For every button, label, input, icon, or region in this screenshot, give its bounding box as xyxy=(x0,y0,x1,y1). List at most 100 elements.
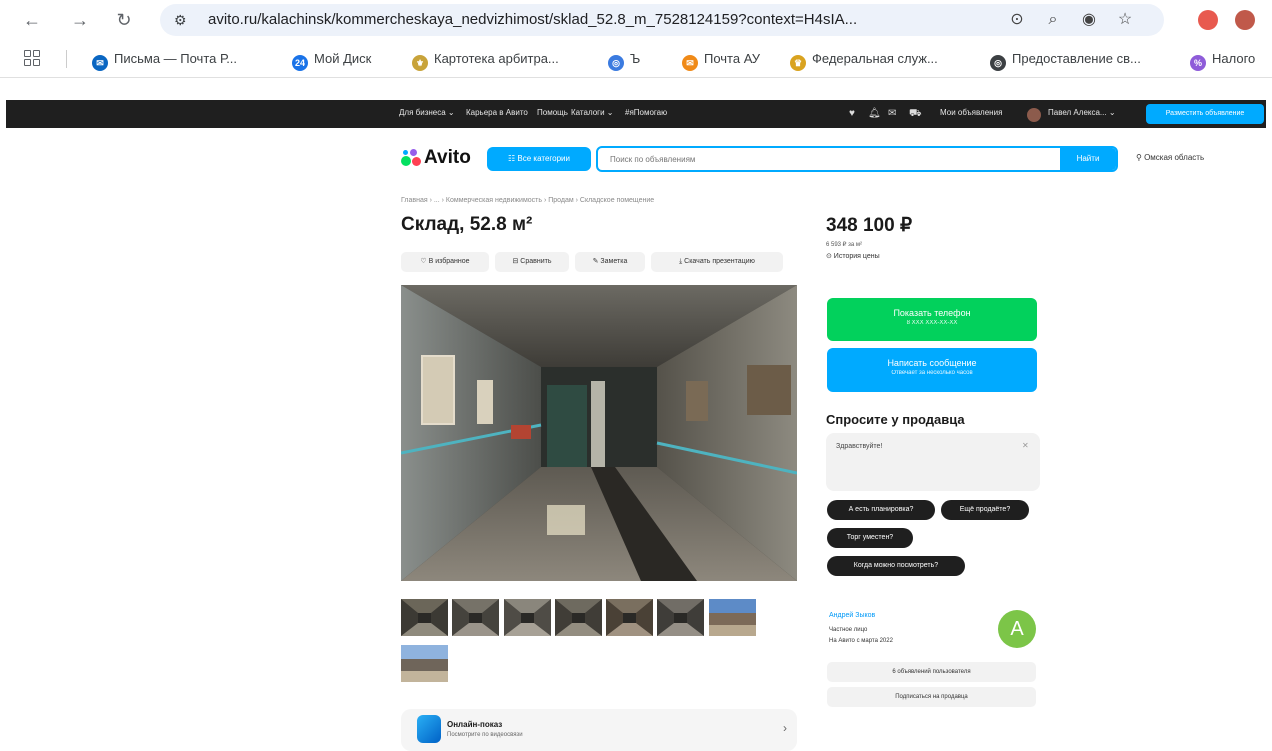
online-showing-banner[interactable]: Онлайн-показ Посмотрите по видеосвязи › xyxy=(401,709,797,751)
location-icon[interactable]: ⊙ xyxy=(1008,11,1026,29)
profile-avatar[interactable] xyxy=(1235,10,1255,30)
favorite-button[interactable]: ♡ В избранное xyxy=(401,252,489,272)
notifications-icon[interactable]: 🔔︎ xyxy=(868,108,881,120)
bookmark-label: Федеральная служ... xyxy=(812,51,938,66)
bookmark-favicon-icon: ✉ xyxy=(92,55,108,71)
bookmark-item[interactable]: ✉ Письма — Почта Р... xyxy=(92,50,238,71)
search-button[interactable]: Найти xyxy=(1060,148,1116,170)
show-phone-label: Показать телефон xyxy=(893,308,971,318)
seller-type: Частное лицо xyxy=(829,627,868,633)
ask-seller-input[interactable]: Здравствуйте! xyxy=(826,433,1040,491)
seller-avatar[interactable]: А xyxy=(998,610,1036,648)
logo-dots-icon xyxy=(401,148,421,168)
quick-question-chip[interactable]: Когда можно посмотреть? xyxy=(827,556,965,576)
download-presentation-button[interactable]: ⤓ Скачать презентацию xyxy=(651,252,783,272)
online-showing-subtitle: Посмотрите по видеосвязи xyxy=(447,732,523,738)
forward-icon[interactable]: → xyxy=(68,8,92,32)
post-ad-button[interactable]: Разместить объявление xyxy=(1146,104,1264,124)
all-categories-button[interactable]: ☷ Все категории xyxy=(487,147,591,171)
chevron-right-icon: › xyxy=(783,721,787,735)
price-per-meter: 6 593 ₽ за м² xyxy=(826,242,863,248)
avito-logo[interactable]: Avito xyxy=(401,145,471,171)
topbar-link-career[interactable]: Карьера в Авито xyxy=(466,108,528,117)
price-history-link[interactable]: ⊙ История цены xyxy=(826,252,880,260)
bookmark-favicon-icon: ✉ xyxy=(682,55,698,71)
logo-text: Avito xyxy=(424,147,471,168)
ask-seller-title: Спросите у продавца xyxy=(826,412,965,427)
photo-thumbnail[interactable] xyxy=(401,599,448,636)
warehouse-photo-image xyxy=(401,285,797,581)
bookmark-favicon-icon: 24 xyxy=(292,55,308,71)
apps-icon[interactable] xyxy=(24,50,40,66)
bookmark-item[interactable]: % Налого xyxy=(1190,50,1255,71)
topbar-link-catalogs[interactable]: Каталоги ⌄ xyxy=(571,108,613,117)
page-title: Склад, 52.8 м² xyxy=(401,214,533,235)
clear-icon[interactable]: ✕ xyxy=(1022,441,1029,450)
bookmark-favicon-icon: ◎ xyxy=(608,55,624,71)
compare-button[interactable]: ⊟ Сравнить xyxy=(495,252,569,272)
show-phone-button[interactable]: Показать телефон 8 XXX XXX-XX-XX xyxy=(827,298,1037,341)
note-button[interactable]: ✎ Заметка xyxy=(575,252,645,272)
topbar-link-business[interactable]: Для бизнеса ⌄ xyxy=(399,108,455,117)
zoom-icon[interactable]: ⌕ xyxy=(1044,11,1062,29)
bookmark-label: Ъ xyxy=(630,51,641,66)
bookmark-label: Картотека арбитра... xyxy=(434,51,559,66)
video-call-icon xyxy=(417,715,441,743)
bookmark-item[interactable]: ◎ Предоставление св... xyxy=(990,50,1141,71)
photo-thumbnail[interactable] xyxy=(657,599,704,636)
bookmark-item[interactable]: ◎ Ъ xyxy=(608,50,641,71)
reload-icon[interactable]: ↻ xyxy=(112,8,136,32)
bookmark-label: Письма — Почта Р... xyxy=(114,51,238,66)
bookmark-item[interactable]: 24 Мой Диск xyxy=(292,50,372,71)
bookmarks-bar: ✉ Письма — Почта Р... 24 Мой Диск ⚜ Картотека… xyxy=(0,40,1272,78)
cart-icon[interactable]: ⛟ xyxy=(909,108,922,120)
seller-since: На Авито с марта 2022 xyxy=(829,638,893,644)
messages-icon[interactable]: ✉ xyxy=(888,108,896,120)
photo-thumbnail[interactable] xyxy=(504,599,551,636)
bookmark-label: Предоставление св... xyxy=(1012,51,1141,66)
my-ads-link[interactable]: Мои объявления xyxy=(940,108,1002,117)
user-avatar[interactable] xyxy=(1027,108,1041,122)
back-icon[interactable]: ← xyxy=(20,8,44,32)
user-menu[interactable]: Павел Алекса... ⌄ xyxy=(1048,108,1116,117)
topbar-link-help-tag[interactable]: #яПомогаю xyxy=(625,108,667,117)
favorites-icon[interactable]: ♥ xyxy=(849,108,855,120)
bookmark-item[interactable]: ♛ Федеральная служ... xyxy=(790,50,938,71)
bookmark-label: Мой Диск xyxy=(314,51,372,66)
photo-thumbnail[interactable] xyxy=(401,645,448,682)
breadcrumb[interactable]: Главная › ... › Коммерческая недвижимост… xyxy=(401,197,654,204)
online-showing-title: Онлайн-показ xyxy=(447,720,503,729)
extension-icon[interactable] xyxy=(1198,10,1218,30)
search-input[interactable] xyxy=(598,148,1062,170)
eye-off-icon[interactable]: ◉ xyxy=(1080,11,1098,29)
bookmark-favicon-icon: % xyxy=(1190,55,1206,71)
bookmark-item[interactable]: ✉ Почта АУ xyxy=(682,50,760,71)
quick-question-chip[interactable]: Торг уместен? xyxy=(827,528,913,548)
quick-question-chip[interactable]: А есть планировка? xyxy=(827,500,935,520)
response-time: Отвечает за несколько часов xyxy=(891,370,973,376)
bookmark-favicon-icon: ◎ xyxy=(990,55,1006,71)
region-selector[interactable]: ⚲ Омская область xyxy=(1136,153,1204,162)
bookmark-favicon-icon: ⚜ xyxy=(412,55,428,71)
photo-thumbnail[interactable] xyxy=(606,599,653,636)
topbar-link-help[interactable]: Помощь xyxy=(537,108,568,117)
address-bar[interactable]: ⚙ avito.ru/kalachinsk/kommercheskaya_ned… xyxy=(160,4,1164,36)
price: 348 100 ₽ xyxy=(826,215,913,236)
seller-name-link[interactable]: Андрей Зыков xyxy=(829,612,875,619)
bookmark-item[interactable]: ⚜ Картотека арбитра... xyxy=(412,50,559,71)
search-box: Найти xyxy=(596,146,1118,172)
main-photo[interactable] xyxy=(401,285,797,581)
write-message-button[interactable]: Написать сообщение Отвечает за несколько… xyxy=(827,348,1037,392)
site-settings-icon[interactable]: ⚙ xyxy=(174,12,187,29)
photo-thumbnail[interactable] xyxy=(555,599,602,636)
bookmark-favicon-icon: ♛ xyxy=(790,55,806,71)
star-icon[interactable]: ☆ xyxy=(1116,11,1134,29)
quick-question-chip[interactable]: Ещё продаёте? xyxy=(941,500,1029,520)
subscribe-seller-button[interactable]: Подписаться на продавца xyxy=(827,687,1036,707)
phone-mask: 8 XXX XXX-XX-XX xyxy=(906,320,958,326)
photo-thumbnail[interactable] xyxy=(452,599,499,636)
url-text[interactable]: avito.ru/kalachinsk/kommercheskaya_nedvi… xyxy=(208,11,988,28)
photo-thumbnail[interactable] xyxy=(709,599,756,636)
bookmarks-separator xyxy=(66,50,67,68)
seller-ads-button[interactable]: 6 объявлений пользователя xyxy=(827,662,1036,682)
